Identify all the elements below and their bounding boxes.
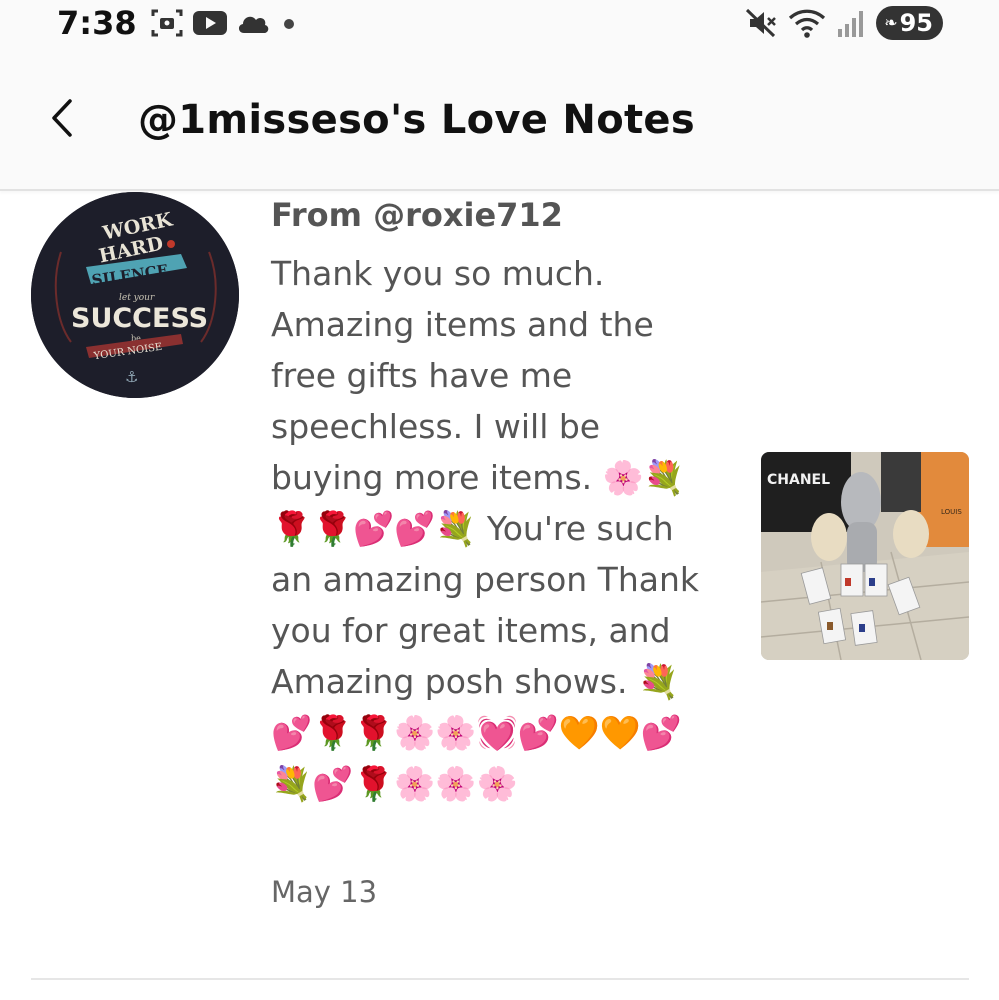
youtube-icon [193, 11, 227, 35]
anchor-icon: ⚓ [125, 368, 138, 386]
avatar-line4: let your [119, 293, 155, 303]
photo-artwork: CHANEL LOUIS [761, 452, 969, 660]
status-icons-left [150, 6, 300, 40]
page-title: @1misseso's Love Notes [138, 97, 695, 143]
avatar-artwork: WORK HARD SILENCE let your SUCCESS be YO… [31, 192, 239, 398]
note-photo[interactable]: CHANEL LOUIS [761, 452, 969, 660]
wifi-icon [789, 9, 826, 38]
app-header: @1misseso's Love Notes [0, 48, 999, 191]
photo-brand2: LOUIS [941, 508, 962, 516]
leaf-icon: ❧ [884, 13, 898, 32]
avatar-line5: SUCCESS [71, 303, 208, 334]
battery-level: 95 [899, 9, 933, 37]
signal-icon [838, 11, 864, 37]
status-icons-right: ❧ 95 [744, 4, 943, 42]
divider [31, 978, 969, 980]
note-message: Thank you so much. Amazing items and the… [271, 254, 710, 803]
dot-icon [284, 19, 294, 29]
love-note: WORK HARD SILENCE let your SUCCESS be YO… [0, 192, 999, 978]
battery-icon: ❧ 95 [876, 6, 943, 40]
back-button[interactable] [40, 96, 84, 140]
avatar[interactable]: WORK HARD SILENCE let your SUCCESS be YO… [31, 192, 239, 398]
note-date: May 13 [271, 875, 378, 909]
note-sender: From @roxie712 [271, 196, 563, 234]
status-bar: 7:38 ❧ 95 [0, 0, 999, 48]
screenshot-icon [151, 9, 183, 37]
mute-icon [746, 8, 777, 38]
avatar-red-dot [167, 240, 175, 248]
cloud-icon [238, 16, 269, 33]
chevron-left-icon [52, 99, 72, 137]
status-time: 7:38 [57, 4, 137, 42]
photo-brand1: CHANEL [767, 472, 830, 488]
